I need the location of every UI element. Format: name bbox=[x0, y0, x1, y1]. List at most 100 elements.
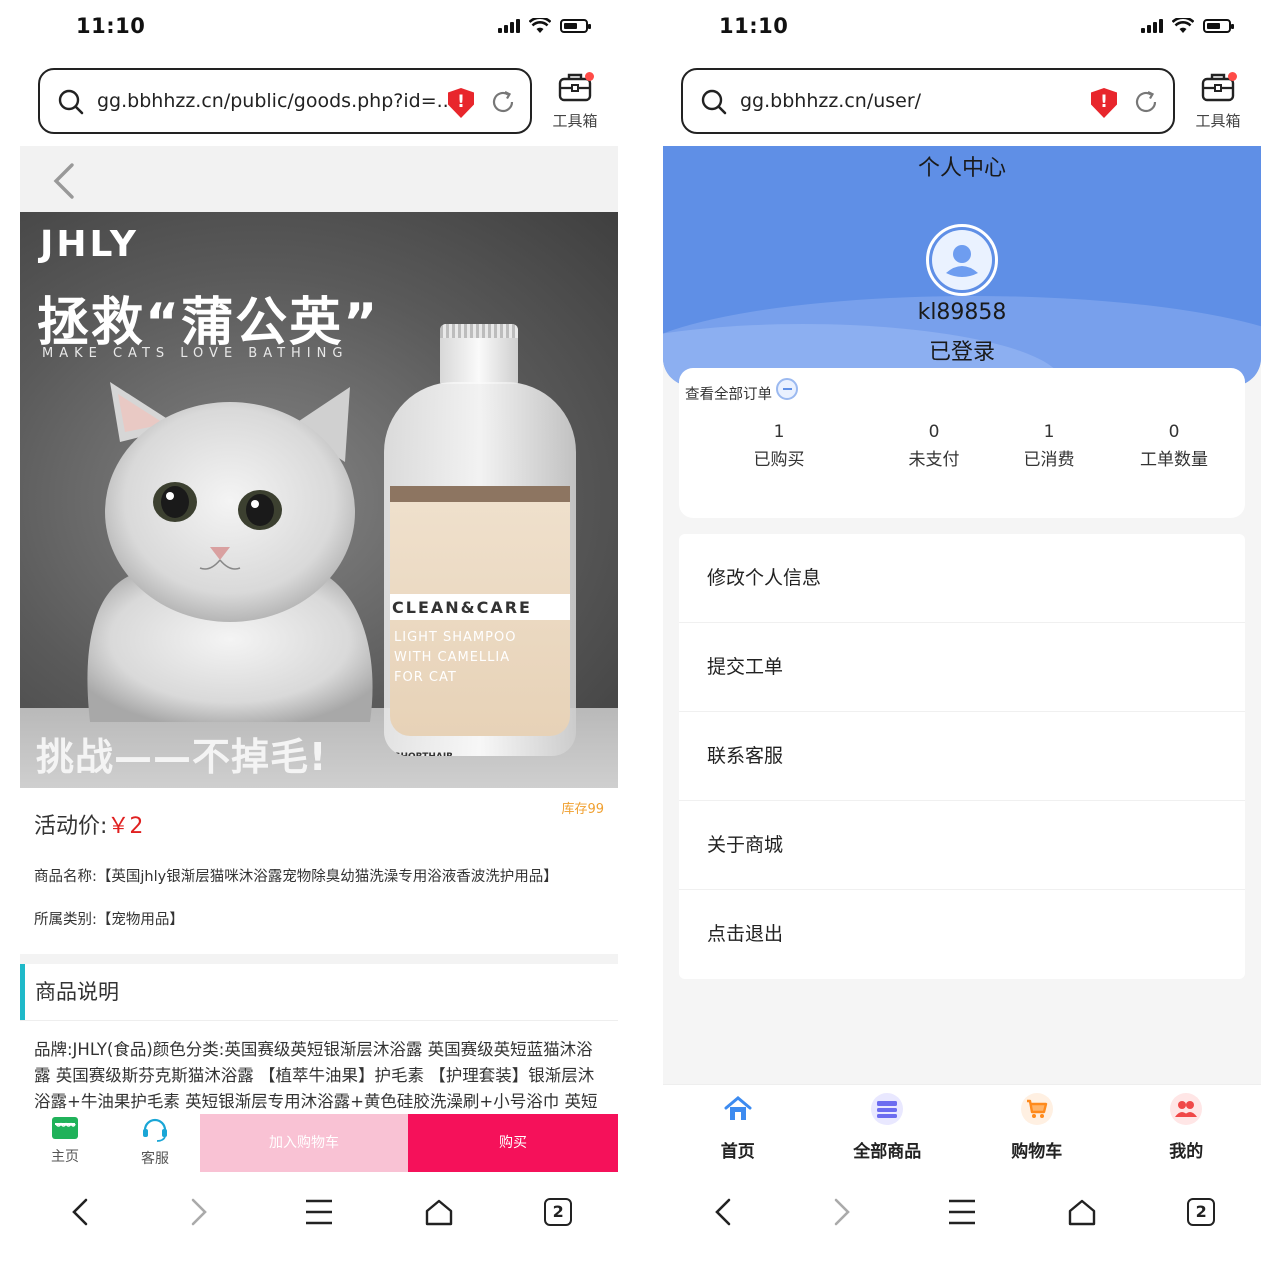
home-outline-icon bbox=[1068, 1199, 1095, 1226]
browser-menu-button[interactable] bbox=[932, 1182, 992, 1242]
tab-home[interactable]: 首页 bbox=[663, 1085, 813, 1172]
section-title-description: 商品说明 bbox=[20, 964, 618, 1020]
browser-home-button[interactable] bbox=[409, 1182, 469, 1242]
menu-about-store[interactable]: 关于商城 bbox=[679, 801, 1245, 890]
home-icon-glyph bbox=[724, 1096, 752, 1120]
bottle-line-2: WITH CAMELLIA bbox=[394, 650, 511, 665]
menu-edit-profile[interactable]: 修改个人信息 bbox=[679, 534, 1245, 623]
buy-now-button[interactable]: 购买 bbox=[408, 1114, 618, 1172]
home-icon bbox=[722, 1093, 754, 1125]
view-all-orders-link[interactable]: 查看全部订单 bbox=[685, 378, 798, 404]
reload-icon[interactable] bbox=[490, 89, 516, 115]
status-icons bbox=[1141, 18, 1234, 34]
bottle-type-text: SHORTHAIR bbox=[394, 752, 453, 756]
profile-header: 个人中心 kl89858 已登录 bbox=[663, 146, 1261, 386]
home-outline-icon bbox=[425, 1199, 452, 1226]
notification-dot bbox=[585, 72, 594, 81]
price-label-text: 活动价: bbox=[34, 814, 108, 839]
customer-service-button[interactable]: 客服 bbox=[110, 1114, 200, 1172]
stat-consumed[interactable]: 1 已消费 bbox=[989, 418, 1109, 474]
address-bar[interactable]: gg.bbhhzz.cn/public/goods.php?id=... ! bbox=[38, 68, 532, 134]
tab-cart-label: 购物车 bbox=[1011, 1142, 1063, 1162]
url-text[interactable]: gg.bbhhzz.cn/user/ bbox=[740, 90, 1090, 112]
stock-count: 库存99 bbox=[561, 802, 604, 817]
bottom-tab-bar: 首页 全部商品 购物车 我的 bbox=[663, 1084, 1261, 1172]
toolbox-label: 工具箱 bbox=[1195, 112, 1241, 130]
status-bar: 11:10 bbox=[0, 10, 640, 44]
browser-home-button[interactable] bbox=[1052, 1182, 1112, 1242]
menu-icon bbox=[305, 1199, 332, 1225]
menu-contact-service[interactable]: 联系客服 bbox=[679, 712, 1245, 801]
phone-screen-user-center: 11:10 gg.bbhhzz.cn/user/ ! 工具箱 个人中心 kl89… bbox=[643, 0, 1280, 1280]
price-value: ￥2 bbox=[107, 814, 144, 839]
tab-all-goods-label: 全部商品 bbox=[853, 1142, 922, 1162]
home-shop-label: 主页 bbox=[51, 1149, 79, 1165]
stat-tickets[interactable]: 0 工单数量 bbox=[1109, 418, 1239, 474]
username: kl89858 bbox=[917, 300, 1007, 325]
avatar[interactable] bbox=[926, 224, 998, 296]
account-menu: 修改个人信息 提交工单 联系客服 关于商城 点击退出 bbox=[679, 534, 1245, 979]
menu-logout[interactable]: 点击退出 bbox=[679, 890, 1245, 979]
status-time: 11:10 bbox=[76, 14, 146, 38]
user-center-page: 个人中心 kl89858 已登录 查看全部订单 1 已购买 0 未支付 1 已消… bbox=[663, 146, 1261, 1172]
browser-back-button[interactable] bbox=[50, 1182, 110, 1242]
browser-bottom-nav: 2 bbox=[20, 1172, 618, 1252]
bottle-brand-text: CLEAN&CARE bbox=[392, 598, 532, 617]
browser-back-button[interactable] bbox=[693, 1182, 753, 1242]
browser-bottom-nav: 2 bbox=[663, 1172, 1261, 1252]
home-shop-button[interactable]: 主页 bbox=[20, 1114, 110, 1172]
add-to-cart-button[interactable]: 加入购物车 bbox=[200, 1114, 408, 1172]
stat-label: 已购买 bbox=[753, 450, 805, 470]
product-name: 商品名称:【英国jhly银渐层猫咪沐浴露宠物除臭幼猫洗澡专用浴液香波洗护用品】 bbox=[34, 869, 558, 885]
tab-home-label: 首页 bbox=[720, 1142, 755, 1162]
status-bar: 11:10 bbox=[643, 10, 1280, 44]
product-category: 所属类别:【宠物用品】 bbox=[34, 912, 184, 928]
cellular-signal-icon bbox=[498, 19, 520, 33]
menu-submit-ticket[interactable]: 提交工单 bbox=[679, 623, 1245, 712]
tab-count: 2 bbox=[544, 1198, 573, 1226]
stat-label: 工单数量 bbox=[1140, 450, 1208, 470]
security-warning-icon[interactable]: ! bbox=[448, 88, 474, 118]
user-avatar-icon bbox=[932, 230, 992, 290]
browser-tabs-button[interactable]: 2 bbox=[1171, 1182, 1231, 1242]
toolbox-button[interactable]: 工具箱 bbox=[1191, 72, 1245, 134]
store-icon bbox=[52, 1117, 78, 1139]
section-divider bbox=[20, 954, 618, 964]
tab-mine[interactable]: 我的 bbox=[1112, 1085, 1262, 1172]
stat-purchased[interactable]: 1 已购买 bbox=[679, 418, 879, 474]
stat-unpaid[interactable]: 0 未支付 bbox=[879, 418, 989, 474]
stat-label: 未支付 bbox=[908, 450, 960, 470]
bottle-body: CLEAN&CARE LIGHT SHAMPOO WITH CAMELLIA F… bbox=[384, 382, 576, 756]
status-time: 11:10 bbox=[719, 14, 789, 38]
back-arrow-icon bbox=[71, 1198, 88, 1226]
security-warning-icon[interactable]: ! bbox=[1091, 88, 1117, 118]
user-group-icon bbox=[1170, 1093, 1203, 1125]
hero-brand: JHLY bbox=[40, 224, 139, 265]
url-text[interactable]: gg.bbhhzz.cn/public/goods.php?id=... bbox=[97, 90, 447, 112]
browser-menu-button[interactable] bbox=[289, 1182, 349, 1242]
hero-tagline: MAKE CATS LOVE BATHING bbox=[42, 346, 349, 361]
reload-icon[interactable] bbox=[1133, 89, 1159, 115]
back-arrow-icon bbox=[714, 1198, 731, 1226]
view-all-orders-label: 查看全部订单 bbox=[685, 386, 772, 403]
browser-tabs-button[interactable]: 2 bbox=[528, 1182, 588, 1242]
page-title: 个人中心 bbox=[917, 156, 1006, 181]
orders-summary-card: 查看全部订单 1 已购买 0 未支付 1 已消费 0 工单数量 bbox=[679, 368, 1245, 518]
price-label: 活动价:￥2 bbox=[34, 808, 143, 840]
search-icon bbox=[58, 89, 84, 115]
tab-mine-label: 我的 bbox=[1169, 1142, 1204, 1162]
tab-cart[interactable]: 购物车 bbox=[962, 1085, 1112, 1172]
address-bar[interactable]: gg.bbhhzz.cn/user/ ! bbox=[681, 68, 1175, 134]
cat-illustration bbox=[87, 382, 373, 722]
page-top-bar bbox=[20, 146, 618, 212]
tab-all-goods[interactable]: 全部商品 bbox=[813, 1085, 963, 1172]
browser-forward-button[interactable] bbox=[169, 1182, 229, 1242]
back-chevron-icon[interactable] bbox=[50, 162, 78, 200]
tab-count: 2 bbox=[1187, 1198, 1216, 1226]
browser-forward-button[interactable] bbox=[812, 1182, 872, 1242]
toolbox-button[interactable]: 工具箱 bbox=[548, 72, 602, 134]
login-status: 已登录 bbox=[928, 340, 995, 365]
battery-icon bbox=[1203, 19, 1234, 33]
goods-icon bbox=[871, 1093, 904, 1125]
shampoo-bottle: CLEAN&CARE LIGHT SHAMPOO WITH CAMELLIA F… bbox=[380, 324, 580, 756]
